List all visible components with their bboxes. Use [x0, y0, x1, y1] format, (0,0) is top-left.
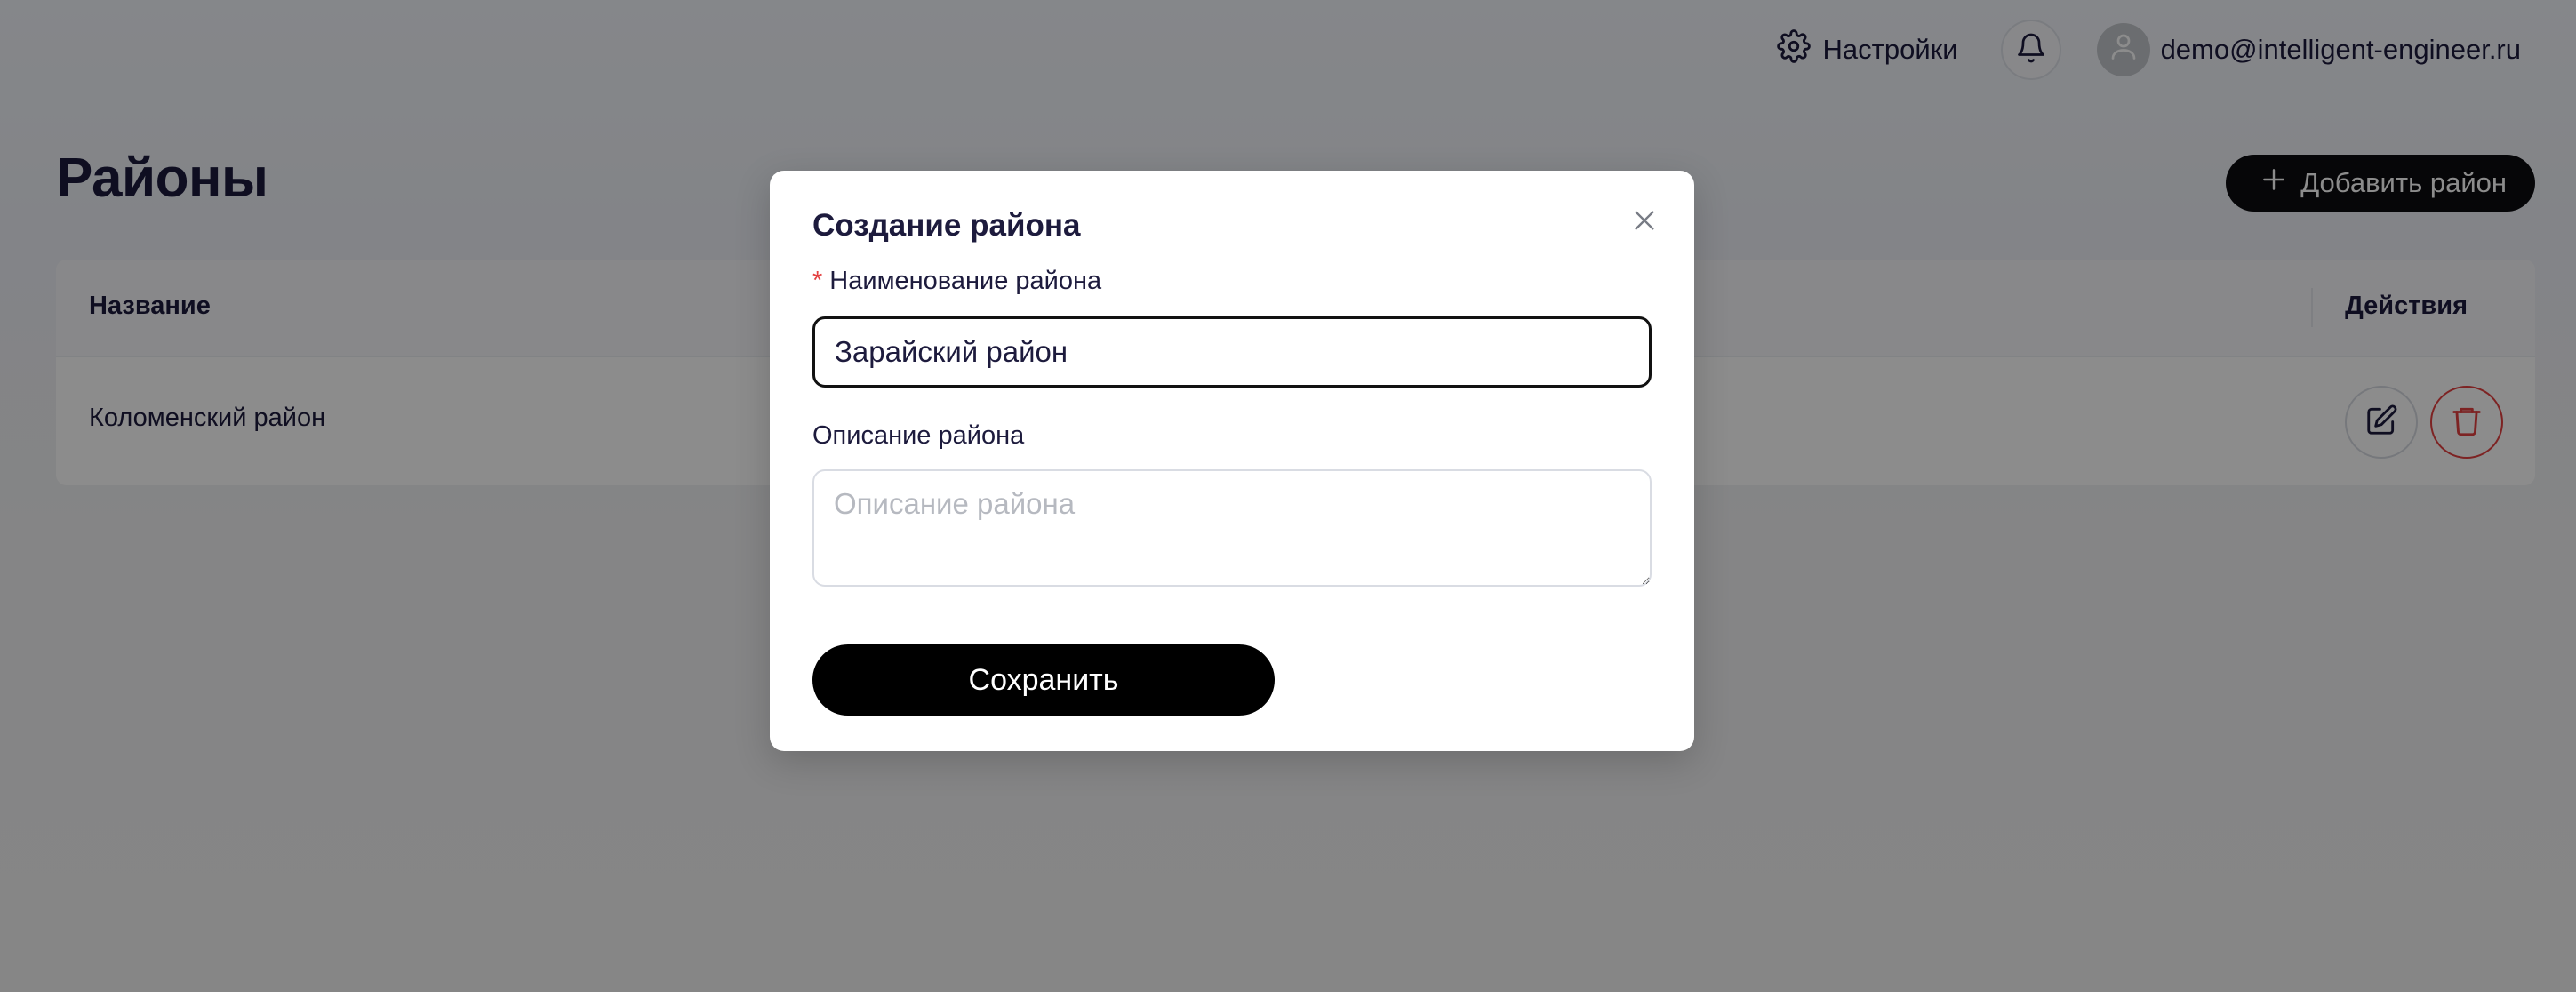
district-name-label-text: Наименование района [829, 267, 1102, 295]
modal-title: Создание района [812, 208, 1081, 243]
app-page: Настройки demo@intelligent-engineer.ru Р… [0, 0, 2576, 992]
save-button[interactable]: Сохранить [812, 644, 1275, 716]
close-button[interactable] [1625, 203, 1664, 242]
district-description-input[interactable] [812, 469, 1652, 587]
create-district-modal: Создание района *Наименование района Опи… [770, 171, 1694, 751]
district-description-label: Описание района [812, 421, 1025, 450]
required-marker: * [812, 267, 823, 295]
district-name-label: * Наименование района [812, 267, 1101, 296]
close-icon [1630, 206, 1659, 239]
district-name-input[interactable] [812, 316, 1652, 388]
